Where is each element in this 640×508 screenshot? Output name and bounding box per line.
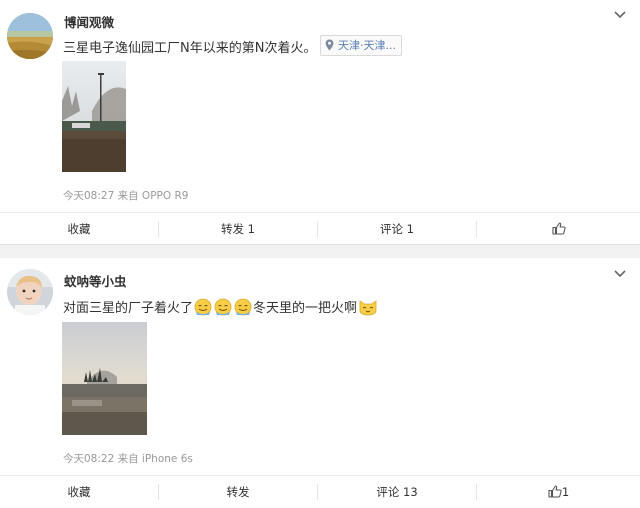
author-avatar[interactable]: [7, 13, 53, 59]
chevron-down-icon[interactable]: [613, 10, 627, 20]
post-meta: 今天08:22 来自 iPhone 6s: [63, 453, 193, 465]
like-count: 1: [561, 485, 570, 499]
author-name[interactable]: 蚊呐等小虫: [64, 271, 127, 290]
post-text: 对面三星的厂子着火了 冬天里的一把火啊: [63, 297, 379, 316]
author-name[interactable]: 博闻观微: [64, 12, 114, 31]
comment-button[interactable]: 评论 1: [318, 213, 476, 245]
post-text-part2: 冬天里的一把火啊: [253, 301, 358, 316]
feed-divider: [0, 244, 640, 259]
favorite-button[interactable]: 收藏: [0, 476, 158, 508]
post-photo[interactable]: [62, 322, 147, 435]
location-tag[interactable]: 天津·天津...: [320, 35, 402, 56]
post-meta: 今天08:27 来自 OPPO R9: [63, 190, 189, 202]
like-button[interactable]: [477, 213, 640, 245]
thumbs-up-icon: [548, 485, 562, 498]
repost-button[interactable]: 转发: [159, 476, 317, 508]
action-bar: 收藏 转发 1 评论 1: [0, 212, 640, 245]
post-text-part1: 对面三星的厂子着火了: [63, 301, 194, 316]
post-text: 三星电子逸仙园工厂N年以来的第N次着火。: [63, 41, 317, 56]
thumbs-up-icon: [551, 222, 566, 235]
author-avatar[interactable]: [7, 269, 53, 315]
repost-button[interactable]: 转发 1: [159, 213, 317, 245]
action-bar: 收藏 转发 评论 13 1: [0, 475, 640, 508]
favorite-button[interactable]: 收藏: [0, 213, 158, 245]
weibo-post-2: 蚊呐等小虫 对面三星的厂子着火了 冬天里的一把火啊 今天08:22 来自 iPh…: [0, 258, 640, 508]
comment-button[interactable]: 评论 13: [318, 476, 476, 508]
sweat-smile-emoji: [234, 298, 252, 316]
sweat-smile-emoji: [194, 298, 212, 316]
location-pin-icon: [325, 39, 334, 51]
post-photo[interactable]: [62, 61, 126, 172]
cat-emoji: [359, 300, 377, 316]
like-button[interactable]: 1: [477, 476, 640, 508]
chevron-down-icon[interactable]: [613, 269, 627, 279]
sweat-smile-emoji: [214, 298, 232, 316]
location-label: 天津·天津...: [338, 39, 396, 52]
weibo-post-1: 博闻观微 三星电子逸仙园工厂N年以来的第N次着火。 天津·天津... 今天08:…: [0, 0, 640, 244]
